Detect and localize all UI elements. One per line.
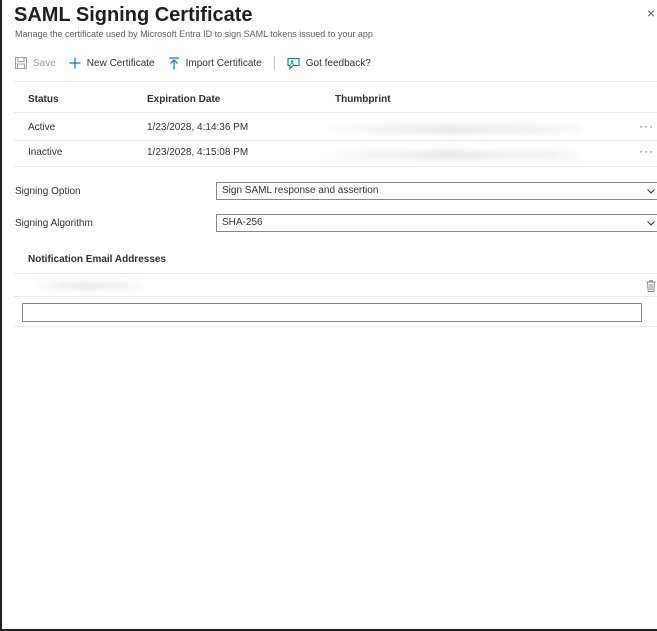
feedback-icon [287,56,301,70]
column-header-thumbprint: Thumbprint [335,94,391,105]
table-row[interactable]: Inactive 1/23/2028, 4:15:08 PM ··· [14,141,657,165]
thumbprint-redacted [314,124,584,134]
feedback-button[interactable]: Got feedback? [287,56,371,70]
email-redacted [28,282,143,290]
column-header-status: Status [28,94,59,105]
feedback-label: Got feedback? [305,57,371,69]
page-title: SAML Signing Certificate [14,4,253,26]
new-certificate-button[interactable]: New Certificate [68,56,155,70]
new-email-input[interactable] [22,303,642,322]
import-certificate-button[interactable]: Import Certificate [167,56,262,70]
import-certificate-label: Import Certificate [185,57,262,69]
plus-icon [68,56,82,70]
row-divider [14,296,657,297]
chevron-down-icon [647,189,655,194]
more-options-button[interactable]: ··· [639,119,654,133]
trash-icon[interactable] [646,280,656,292]
cell-status: Active [28,122,56,133]
signing-algorithm-value: SHA-256 [222,217,263,228]
new-certificate-label: New Certificate [86,57,155,69]
signing-option-label: Signing Option [15,186,81,197]
cell-expiration: 1/23/2028, 4:15:08 PM [147,147,249,158]
chevron-down-icon [647,221,655,226]
command-bar: Save New Certificate Import Certificate … [14,53,383,73]
table-header-divider [14,112,657,113]
toolbar-divider [14,81,657,82]
notification-emails-title: Notification Email Addresses [28,254,166,265]
thumbprint-redacted [314,150,579,160]
row-divider [14,166,657,167]
more-options-button[interactable]: ··· [639,144,654,158]
table-row[interactable]: Active 1/23/2028, 4:14:36 PM ··· [14,116,657,140]
cell-status: Inactive [28,147,63,158]
page-subtitle: Manage the certificate used by Microsoft… [15,29,373,39]
signing-option-value: Sign SAML response and assertion [222,185,379,196]
column-header-expiration: Expiration Date [147,94,221,105]
save-label: Save [33,57,56,69]
save-button[interactable]: Save [14,56,56,70]
signing-algorithm-dropdown[interactable]: SHA-256 [216,214,657,232]
close-icon[interactable]: × [645,6,655,20]
cell-expiration: 1/23/2028, 4:14:36 PM [147,122,249,133]
toolbar-separator [273,56,275,70]
section-divider [14,273,657,274]
upload-icon [167,56,181,70]
signing-algorithm-label: Signing Algorithm [15,218,93,229]
row-divider [14,326,657,327]
signing-option-dropdown[interactable]: Sign SAML response and assertion [216,182,657,200]
save-icon [14,56,28,70]
